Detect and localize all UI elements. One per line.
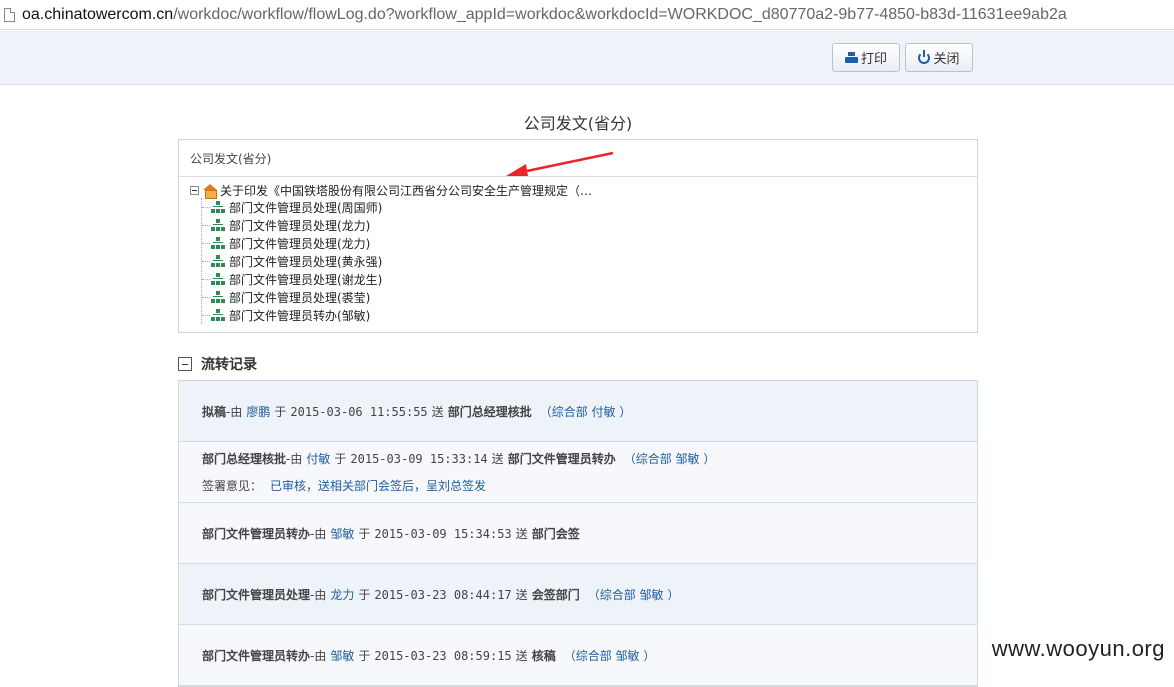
record-node: 拟稿 xyxy=(202,404,227,419)
org-chart-icon xyxy=(211,201,225,213)
record-node: 部门文件管理员转办 xyxy=(202,526,311,541)
print-label: 打印 xyxy=(860,52,887,67)
flow-record: 拟稿-由 廖鹏于 2015-03-06 11:55:55 送部门总经理核批 （综合部 付… xyxy=(179,381,977,442)
record-person: 付敏 xyxy=(306,452,331,466)
org-chart-icon xyxy=(211,291,225,303)
record-at: 于 xyxy=(358,526,371,541)
record-node: 部门文件管理员处理 xyxy=(202,587,311,602)
record-target: 部门总经理核批 xyxy=(447,404,532,419)
flow-record-line: 部门文件管理员转办-由 邹敏于 2015-03-09 15:34:53 送部门会签 xyxy=(202,525,977,542)
record-node: 部门总经理核批 xyxy=(202,452,287,466)
record-by: -由 xyxy=(310,526,327,541)
watermark-text: www.wooyun.org xyxy=(991,636,1165,661)
record-by: -由 xyxy=(286,452,303,466)
flow-record-line: 部门文件管理员转办-由 邹敏于 2015-03-23 08:59:15 送核稿 （综合部… xyxy=(202,647,977,664)
record-person: 龙力 xyxy=(330,587,355,602)
record-person: 邹敏 xyxy=(330,648,355,663)
close-button[interactable]: 关闭 xyxy=(905,43,973,72)
record-target: 核稿 xyxy=(531,648,556,663)
record-dept: （综合部 付敏 ） xyxy=(539,404,632,419)
record-send: 送 xyxy=(515,587,528,602)
flow-record-line: 拟稿-由 廖鹏于 2015-03-06 11:55:55 送部门总经理核批 （综合部 付… xyxy=(202,403,977,420)
record-target: 部门文件管理员转办 xyxy=(507,452,616,466)
comment-text: 已审核，送相关部门会签后，呈刘总签发 xyxy=(270,479,487,493)
printer-icon xyxy=(844,51,858,64)
record-node: 部门文件管理员转办 xyxy=(202,648,311,663)
tree-item[interactable]: 部门文件管理员处理(黄永强) xyxy=(202,252,382,270)
toolbar: 打印 关闭 xyxy=(0,31,1174,85)
page-icon xyxy=(4,7,15,22)
tree-item[interactable]: 部门文件管理员处理(周国师) xyxy=(202,198,382,216)
org-chart-icon xyxy=(211,237,225,249)
flow-record-list: 拟稿-由 廖鹏于 2015-03-06 11:55:55 送部门总经理核批 （综合部 付… xyxy=(178,380,978,687)
collapse-toggle-icon[interactable] xyxy=(190,186,199,195)
record-by: -由 xyxy=(310,587,327,602)
tree-item[interactable]: 部门文件管理员转办(邹敏) xyxy=(202,306,382,324)
tree-item-label: 部门文件管理员处理(龙力) xyxy=(229,218,371,233)
org-chart-icon xyxy=(211,309,225,321)
record-time: 2015-03-23 08:44:17 xyxy=(374,587,512,602)
record-by: -由 xyxy=(310,648,327,663)
flow-section-header[interactable]: 流转记录 xyxy=(178,354,257,374)
tree-root-label: 关于印发《中国铁塔股份有限公司江西省分公司安全生产管理规定（… xyxy=(220,184,593,198)
home-icon xyxy=(203,184,217,199)
record-time: 2015-03-06 11:55:55 xyxy=(290,404,428,419)
url-host: oa.chinatowercom.cn xyxy=(22,5,174,23)
record-at: 于 xyxy=(358,587,371,602)
org-chart-icon xyxy=(211,255,225,267)
url-path: /workdoc/workflow/flowLog.do?workflow_ap… xyxy=(173,5,1067,23)
record-dept: （综合部 邹敏 ） xyxy=(623,452,716,466)
page-title: 公司发文(省分) xyxy=(523,114,633,133)
record-at: 于 xyxy=(274,404,287,419)
flow-record: 部门文件管理员转办-由 邹敏于 2015-03-09 15:34:53 送部门会签 xyxy=(179,503,977,564)
record-by: -由 xyxy=(226,404,243,419)
flow-record: 部门文件管理员处理-由 龙力于 2015-03-23 08:44:17 送会签部门 （综… xyxy=(179,564,977,625)
close-label: 关闭 xyxy=(933,52,960,67)
record-time: 2015-03-09 15:33:14 xyxy=(350,452,488,466)
record-send: 送 xyxy=(515,648,528,663)
tree-item-label: 部门文件管理员处理(周国师) xyxy=(229,200,383,215)
print-button[interactable]: 打印 xyxy=(832,43,900,72)
tree-item-label: 部门文件管理员处理(谢龙生) xyxy=(229,272,383,287)
record-time: 2015-03-23 08:59:15 xyxy=(374,648,512,663)
power-icon xyxy=(918,49,931,64)
tree-item-label: 部门文件管理员转办(邹敏) xyxy=(229,308,371,323)
flow-record-line: 部门总经理核批-由 付敏于 2015-03-09 15:33:14 送部门文件管理员转… xyxy=(202,450,977,467)
flow-heading-label: 流转记录 xyxy=(201,357,257,373)
tree-item[interactable]: 部门文件管理员处理(龙力) xyxy=(202,216,382,234)
tree-item-label: 部门文件管理员处理(黄永强) xyxy=(229,254,383,269)
record-at: 于 xyxy=(358,648,371,663)
address-bar[interactable]: oa.chinatowercom.cn/workdoc/workflow/flo… xyxy=(0,0,1174,30)
tree-item[interactable]: 部门文件管理员处理(谢龙生) xyxy=(202,270,382,288)
flow-record-line: 部门文件管理员处理-由 龙力于 2015-03-23 08:44:17 送会签部门 （综… xyxy=(202,586,977,603)
tree-item[interactable]: 部门文件管理员处理(裘莹) xyxy=(202,288,382,306)
tree-root-node[interactable]: 关于印发《中国铁塔股份有限公司江西省分公司安全生产管理规定（… xyxy=(190,182,592,199)
tree-item[interactable]: 部门文件管理员处理(龙力) xyxy=(202,234,382,252)
record-comment: 签署意见： 已审核，送相关部门会签后，呈刘总签发 xyxy=(202,477,977,494)
record-dept: （综合部 邹敏 ） xyxy=(563,648,656,663)
annotation-arrow-icon xyxy=(506,151,614,176)
flow-record: 部门文件管理员转办-由 邹敏于 2015-03-23 08:59:15 送核稿 （综合部… xyxy=(179,625,977,686)
record-send: 送 xyxy=(491,452,504,466)
tree-children: 部门文件管理员处理(周国师) 部门文件管理员处理(龙力) 部门文件管理员处理(龙… xyxy=(201,198,382,324)
org-chart-icon xyxy=(211,219,225,231)
record-person: 廖鹏 xyxy=(246,404,271,419)
record-target: 部门会签 xyxy=(531,526,580,541)
record-target: 会签部门 xyxy=(531,587,580,602)
collapse-icon[interactable] xyxy=(178,357,192,371)
record-dept: （综合部 邹敏 ） xyxy=(587,587,680,602)
record-person: 邹敏 xyxy=(330,526,355,541)
record-at: 于 xyxy=(334,452,347,466)
tree-item-label: 部门文件管理员处理(龙力) xyxy=(229,236,371,251)
org-chart-icon xyxy=(211,273,225,285)
tree-item-label: 部门文件管理员处理(裘莹) xyxy=(229,290,371,305)
comment-label: 签署意见： xyxy=(202,479,263,493)
record-send: 送 xyxy=(431,404,444,419)
record-time: 2015-03-09 15:34:53 xyxy=(374,526,512,541)
record-send: 送 xyxy=(515,526,528,541)
flow-record: 部门总经理核批-由 付敏于 2015-03-09 15:33:14 送部门文件管理员转… xyxy=(179,442,977,503)
url-text[interactable]: oa.chinatowercom.cn/workdoc/workflow/flo… xyxy=(22,6,1067,24)
